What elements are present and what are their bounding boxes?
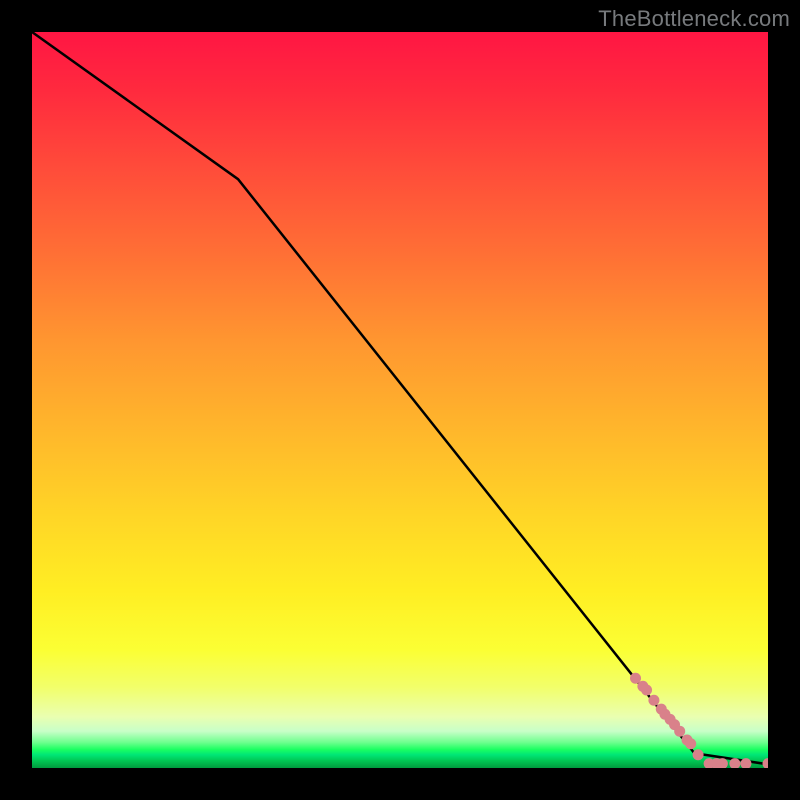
data-point bbox=[711, 758, 722, 768]
data-point bbox=[740, 758, 751, 768]
data-point bbox=[648, 695, 659, 706]
data-point bbox=[637, 681, 648, 692]
chart-frame: TheBottleneck.com bbox=[0, 0, 800, 800]
scatter-points bbox=[630, 673, 768, 768]
data-point bbox=[682, 735, 693, 746]
watermark-text: TheBottleneck.com bbox=[598, 6, 790, 32]
data-point bbox=[656, 704, 667, 715]
data-point bbox=[630, 673, 641, 684]
curve-line bbox=[32, 32, 768, 764]
data-point bbox=[717, 758, 728, 768]
plot-area bbox=[32, 32, 768, 768]
data-point bbox=[693, 749, 704, 760]
data-point bbox=[641, 684, 652, 695]
data-point bbox=[729, 758, 740, 768]
chart-svg bbox=[32, 32, 768, 768]
curve-path bbox=[32, 32, 768, 764]
data-point bbox=[669, 719, 680, 730]
data-point bbox=[685, 738, 696, 749]
data-point bbox=[763, 758, 769, 768]
data-point bbox=[704, 758, 715, 768]
data-point bbox=[674, 726, 685, 737]
data-point bbox=[659, 709, 670, 720]
data-point bbox=[665, 714, 676, 725]
